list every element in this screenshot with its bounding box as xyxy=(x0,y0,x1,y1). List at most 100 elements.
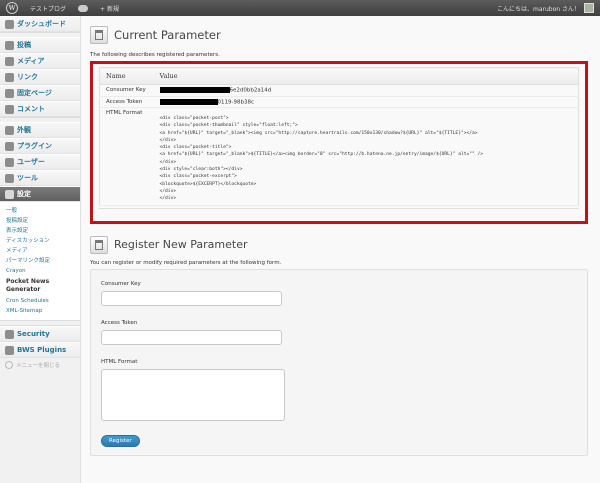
admin-sidebar: ダッシュボード 投稿 メディア リンク 固定ページ コメント 外観 プラグイン … xyxy=(0,16,81,483)
pin-icon xyxy=(5,40,14,50)
submenu-xml-sitemap[interactable]: XML-Sitemap xyxy=(6,306,80,316)
submenu-cron-schedules[interactable]: Cron Schedules xyxy=(6,296,80,306)
menu-comments[interactable]: コメント xyxy=(0,101,80,117)
consumer-key-label: Consumer Key xyxy=(99,84,154,97)
menu-tools[interactable]: ツール xyxy=(0,170,80,186)
table-row: Access Token 0119-98b38c xyxy=(99,96,579,108)
menu-pages[interactable]: 固定ページ xyxy=(0,85,80,101)
main-content: Current Parameter The following describe… xyxy=(82,16,600,483)
menu-plugins[interactable]: プラグイン xyxy=(0,138,80,154)
menu-group-plugins: Security BWS Plugins xyxy=(0,325,80,358)
new-content-link[interactable]: + 新規 xyxy=(94,0,125,16)
menu-links[interactable]: リンク xyxy=(0,69,80,85)
menu-group-content: 投稿 メディア リンク 固定ページ コメント xyxy=(0,37,80,118)
menu-group-dashboard: ダッシュボード xyxy=(0,16,80,33)
current-parameter-highlight-box: Name Value Consumer Key 6e2d0bb2a14d Acc… xyxy=(90,61,588,224)
box-footer xyxy=(99,207,579,215)
menu-label: BWS Plugins xyxy=(17,346,67,354)
media-icon xyxy=(5,56,14,66)
appearance-icon xyxy=(5,125,14,135)
collapse-arrow-icon xyxy=(5,361,13,369)
section-title: Register New Parameter xyxy=(114,238,248,252)
menu-dashboard[interactable]: ダッシュボード xyxy=(0,16,80,32)
parameter-table: Name Value Consumer Key 6e2d0bb2a14d Acc… xyxy=(99,67,579,206)
page-icon xyxy=(5,88,14,98)
wordpress-logo-icon: W xyxy=(6,2,18,14)
redaction-bar xyxy=(159,98,218,105)
bws-icon xyxy=(5,345,14,355)
current-parameter-description: The following describes registered param… xyxy=(90,52,220,58)
link-icon xyxy=(5,72,14,82)
access-token-label: Access Token xyxy=(99,96,154,108)
access-token-value: 0119-98b38c xyxy=(153,96,579,108)
settings-page-icon xyxy=(90,26,108,44)
menu-posts[interactable]: 投稿 xyxy=(0,37,80,53)
consumer-key-input[interactable] xyxy=(101,290,282,306)
menu-users[interactable]: ユーザー xyxy=(0,154,80,170)
site-name-link[interactable]: テストブログ xyxy=(24,0,72,16)
collapse-menu-button[interactable]: メニューを閉じる xyxy=(0,358,80,372)
submenu-reading[interactable]: 表示設定 xyxy=(6,226,80,236)
avatar xyxy=(584,3,594,13)
menu-label: リンク xyxy=(17,73,38,81)
html-format-textarea[interactable] xyxy=(101,368,285,421)
plugin-icon xyxy=(5,141,14,151)
menu-media[interactable]: メディア xyxy=(0,53,80,69)
menu-bws-plugins[interactable]: BWS Plugins xyxy=(0,342,80,358)
consumer-key-field-label: Consumer Key xyxy=(101,280,141,287)
html-format-field-label: HTML Format xyxy=(101,358,138,365)
users-icon xyxy=(5,157,14,167)
settings-icon xyxy=(5,189,14,199)
column-header-name: Name xyxy=(99,67,154,85)
table-row: Consumer Key 6e2d0bb2a14d xyxy=(99,84,579,97)
access-token-field-label: Access Token xyxy=(101,319,138,326)
comment-bubble-icon xyxy=(78,4,89,12)
submenu-discussion[interactable]: ディスカッション xyxy=(6,236,80,246)
menu-label: コメント xyxy=(17,105,45,113)
menu-label: ダッシュボード xyxy=(17,20,66,28)
register-parameter-header: Register New Parameter xyxy=(90,232,592,258)
html-format-value: <div class="pocket-post"> <div class="po… xyxy=(159,116,484,202)
html-format-label: HTML Format xyxy=(99,107,154,206)
menu-group-admin: 外観 プラグイン ユーザー ツール 設定 xyxy=(0,122,80,202)
settings-submenu: 一般 投稿設定 表示設定 ディスカッション メディア パーマリンク設定 Cray… xyxy=(0,202,80,321)
register-button[interactable]: Register xyxy=(101,434,140,447)
access-token-input[interactable] xyxy=(101,329,282,345)
register-form: Consumer Key Access Token HTML Format Re… xyxy=(90,268,588,456)
greeting-text: こんにちは、marubon さん！ xyxy=(497,5,580,13)
menu-label: 外観 xyxy=(17,126,31,134)
menu-label: 設定 xyxy=(17,190,31,198)
column-header-value: Value xyxy=(153,67,579,85)
submenu-writing[interactable]: 投稿設定 xyxy=(6,216,80,226)
menu-settings[interactable]: 設定 xyxy=(0,186,80,202)
html-format-cell: <div class="pocket-post"> <div class="po… xyxy=(153,107,579,206)
current-parameter-header: Current Parameter xyxy=(90,20,592,50)
submenu-permalink[interactable]: パーマリンク設定 xyxy=(6,256,80,266)
menu-label: 固定ページ xyxy=(17,89,52,97)
redaction-bar xyxy=(159,87,230,93)
menu-label: ツール xyxy=(17,174,38,182)
table-row: HTML Format <div class="pocket-post"> <d… xyxy=(99,107,579,206)
menu-label: 投稿 xyxy=(17,41,31,49)
settings-page-icon xyxy=(90,235,108,254)
page-title: Current Parameter xyxy=(114,28,221,42)
admin-bar: W テストブログ + 新規 こんにちは、marubon さん！ xyxy=(0,0,600,16)
dashboard-icon xyxy=(5,19,14,29)
menu-security[interactable]: Security xyxy=(0,326,80,342)
submenu-media[interactable]: メディア xyxy=(6,246,80,256)
submenu-general[interactable]: 一般 xyxy=(6,206,80,216)
menu-label: ユーザー xyxy=(17,158,45,166)
comments-link[interactable] xyxy=(72,0,94,16)
menu-label: メディア xyxy=(17,57,45,65)
register-description: You can register or modify required para… xyxy=(90,259,282,266)
menu-label: プラグイン xyxy=(17,142,52,150)
comment-icon xyxy=(5,104,14,114)
menu-label: Security xyxy=(17,330,50,338)
my-account-link[interactable]: こんにちは、marubon さん！ xyxy=(491,0,600,16)
collapse-label: メニューを閉じる xyxy=(16,363,61,369)
security-icon xyxy=(5,329,14,339)
submenu-crayon[interactable]: Crayon xyxy=(6,266,80,276)
menu-appearance[interactable]: 外観 xyxy=(0,122,80,138)
submenu-pocket-news-generator[interactable]: Pocket News Generator xyxy=(6,276,80,296)
wp-logo-menu[interactable]: W xyxy=(0,0,24,16)
